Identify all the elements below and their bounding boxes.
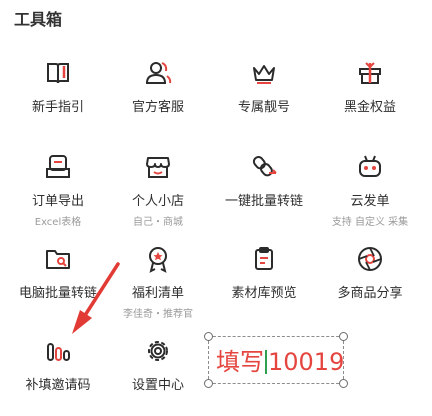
- pointer-arrow-icon: [72, 262, 120, 334]
